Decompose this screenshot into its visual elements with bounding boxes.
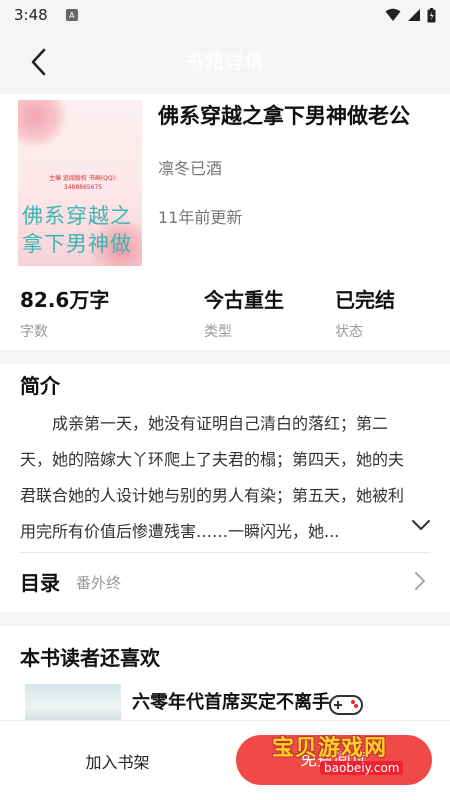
- stat-label: 类型: [204, 324, 232, 340]
- stat-word-count: 82.6万字 字数: [20, 284, 109, 341]
- add-to-shelf-button[interactable]: 加入书架: [40, 741, 195, 785]
- cover-title: 佛系穿越之拿下男神做: [22, 204, 132, 256]
- section-divider: [0, 612, 450, 626]
- cover-small-text: 主编 追阅版权 书画(QQ): 3488865675: [49, 175, 117, 191]
- wifi-icon: [385, 8, 401, 21]
- status-time: 3:48: [14, 6, 48, 24]
- catalog-row[interactable]: 目录 番外终: [0, 553, 450, 611]
- intro-text[interactable]: 成亲第一天，她没有证明自己清白的落红；第二天，她的陪嫁大丫环爬上了夫君的榻；第四…: [20, 406, 405, 550]
- cover-rose-decoration: [18, 100, 70, 146]
- book-title: 佛系穿越之拿下男神做老公: [158, 104, 410, 128]
- stat-status: 已完结 状态: [335, 284, 395, 341]
- stat-label: 状态: [335, 324, 363, 340]
- bottom-action-bar: 加入书架 免费阅读: [0, 720, 450, 800]
- recommend-title: 六零年代首席买定不离手: [132, 692, 330, 713]
- stat-value: 今古重生: [204, 288, 284, 312]
- stat-value: 已完结: [335, 288, 395, 312]
- notification-icon: A: [65, 9, 78, 21]
- read-button[interactable]: 免费阅读: [236, 735, 432, 785]
- chevron-right-icon: [415, 572, 425, 590]
- section-divider: [0, 350, 450, 364]
- status-bar: 3:48 A: [0, 0, 450, 30]
- stat-value: 82.6万字: [20, 288, 110, 312]
- intro-heading: 简介: [20, 374, 60, 398]
- recommend-cover: [25, 684, 121, 724]
- catalog-latest-chapter: 番外终: [76, 574, 122, 592]
- recommend-item[interactable]: 六零年代首席买定不离手: [22, 684, 432, 724]
- chevron-down-icon[interactable]: [410, 514, 432, 536]
- app-header: 书籍详情: [0, 30, 450, 94]
- battery-icon: [427, 7, 436, 22]
- signal-icon: [408, 9, 420, 21]
- catalog-label: 目录: [20, 571, 60, 595]
- page-title: 书籍详情: [184, 51, 265, 73]
- book-author[interactable]: 凛冬已酒: [158, 155, 222, 179]
- stat-label: 字数: [20, 324, 48, 340]
- book-update-time: 11年前更新: [158, 208, 243, 227]
- stat-genre: 今古重生 类型: [204, 284, 284, 341]
- book-cover: 主编 追阅版权 书画(QQ): 3488865675 佛系穿越之拿下男神做: [18, 100, 142, 266]
- recommend-heading: 本书读者还喜欢: [20, 646, 160, 670]
